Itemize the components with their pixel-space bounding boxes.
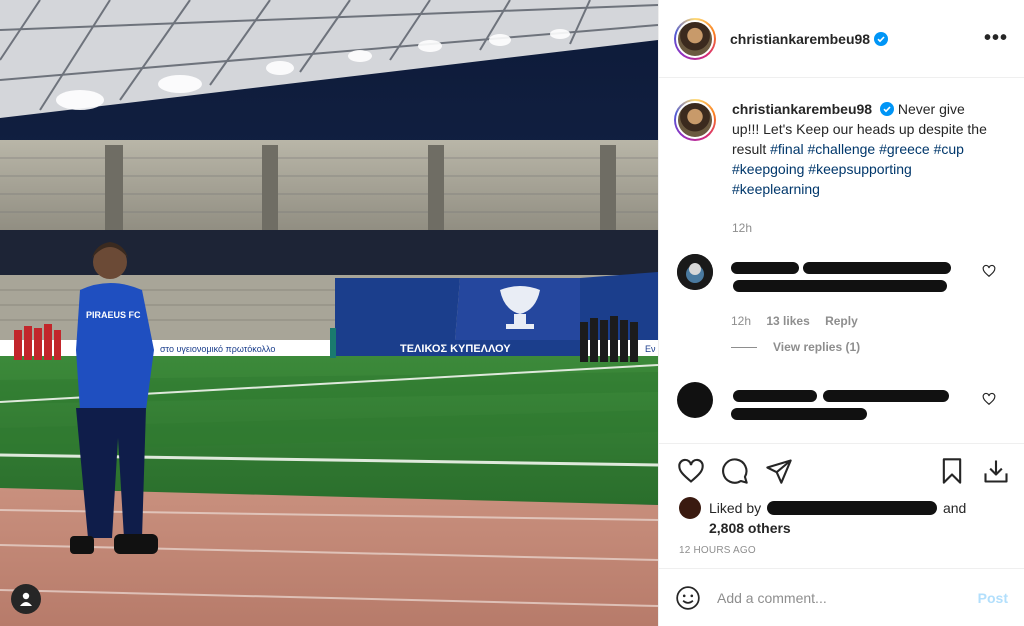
view-replies-label: View replies (1) xyxy=(773,340,861,354)
caption-username[interactable]: christiankarembeu98 xyxy=(732,101,872,117)
redacted-text xyxy=(823,390,949,402)
shirt-text: PIRAEUS FC xyxy=(86,310,141,320)
add-comment-bar: Post xyxy=(659,568,1024,626)
verified-badge-icon xyxy=(874,31,889,46)
hashtag-link[interactable]: #keepsupporting xyxy=(808,161,912,177)
comments-area[interactable]: christiankarembeu98 Never give up!!! Let… xyxy=(659,79,1024,442)
heart-icon[interactable] xyxy=(677,457,705,485)
stadium-photo: ΤΕΛΙΚΟΣ ΚΥΠΕΛΛΟΥ στο υγειονομικό πρωτόκο… xyxy=(0,0,658,626)
caption-avatar[interactable] xyxy=(674,99,716,141)
comment-like-heart-icon[interactable] xyxy=(982,264,996,278)
redacted-text xyxy=(803,262,951,274)
liked-by-label: Liked by xyxy=(709,500,762,516)
paper-plane-icon[interactable] xyxy=(765,457,793,485)
hashtag-link[interactable]: #cup xyxy=(934,141,964,157)
likes-summary: Liked by and 2,808 others xyxy=(659,497,1024,538)
hashtag-link[interactable]: #keepgoing xyxy=(732,161,804,177)
redacted-text xyxy=(733,280,947,292)
board-text: στο υγειονομικό πρωτόκολλο xyxy=(160,344,275,354)
comment-meta: 12h 13 likes Reply xyxy=(731,314,870,328)
post-side-panel: christiankarembeu98 ••• christiankarembe… xyxy=(658,0,1024,626)
liker-avatar[interactable] xyxy=(679,497,701,519)
redacted-liker xyxy=(767,501,938,515)
hashtag-link[interactable]: #final xyxy=(770,141,803,157)
hashtag-link[interactable]: #challenge xyxy=(807,141,875,157)
redacted-username xyxy=(731,262,799,274)
view-replies-button[interactable]: View replies (1) xyxy=(731,340,860,354)
reply-button[interactable]: Reply xyxy=(825,314,858,328)
author-avatar[interactable] xyxy=(674,17,716,60)
download-icon[interactable] xyxy=(982,457,1010,485)
comment-likes[interactable]: 13 likes xyxy=(766,314,809,328)
post-actions: Liked by and 2,808 others 12 HOURS AGO xyxy=(659,443,1024,556)
user-tag-icon[interactable] xyxy=(11,584,41,614)
author-username[interactable]: christiankarembeu98 xyxy=(730,31,870,47)
caption-time[interactable]: 12h xyxy=(732,218,994,238)
redacted-username xyxy=(733,390,817,402)
smiley-icon[interactable] xyxy=(675,585,701,611)
add-comment-input[interactable] xyxy=(717,589,978,606)
post-timestamp[interactable]: 12 HOURS AGO xyxy=(659,538,1024,556)
hashtag-link[interactable]: #keeplearning xyxy=(732,181,820,197)
banner-cup-text: ΤΕΛΙΚΟΣ ΚΥΠΕΛΛΟΥ xyxy=(400,343,511,355)
more-options-icon[interactable]: ••• xyxy=(984,27,1008,50)
commenter-avatar[interactable] xyxy=(677,254,713,290)
comment-time[interactable]: 12h xyxy=(731,314,751,328)
likes-count[interactable]: 2,808 others xyxy=(709,520,791,536)
comment-item: 12h 13 likes Reply View replies (1) xyxy=(659,254,1024,354)
post-photo[interactable]: ΤΕΛΙΚΟΣ ΚΥΠΕΛΛΟΥ στο υγειονομικό πρωτόκο… xyxy=(0,0,658,626)
comment-icon[interactable] xyxy=(721,457,749,485)
comment-like-heart-icon[interactable] xyxy=(982,392,996,406)
post-header: christiankarembeu98 ••• xyxy=(659,0,1024,78)
commenter-avatar[interactable] xyxy=(677,382,713,418)
comment-item xyxy=(659,382,1024,442)
likes-and-label: and xyxy=(942,500,967,516)
divider xyxy=(731,346,757,348)
verified-badge-icon xyxy=(879,102,894,116)
redacted-text xyxy=(731,408,867,420)
bookmark-icon[interactable] xyxy=(938,457,966,485)
hashtag-link[interactable]: #greece xyxy=(879,141,930,157)
board-side-text: Εν xyxy=(645,344,656,354)
post-caption: christiankarembeu98 Never give up!!! Let… xyxy=(659,79,1024,238)
post-comment-button[interactable]: Post xyxy=(978,590,1008,606)
